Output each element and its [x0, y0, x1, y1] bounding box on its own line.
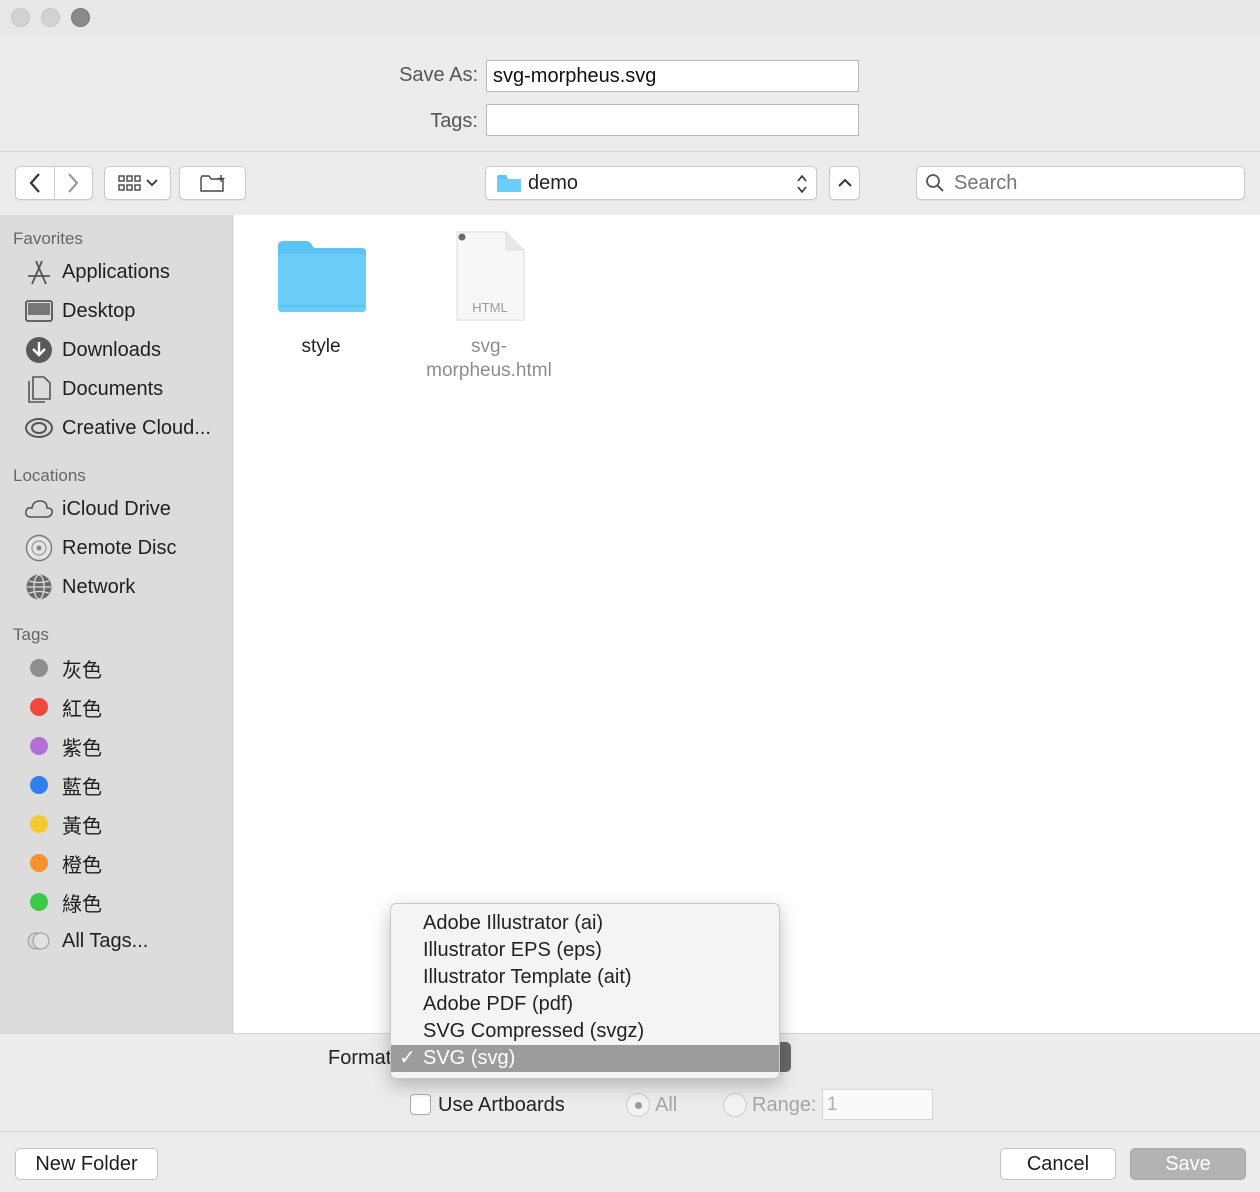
- range-radio[interactable]: [723, 1093, 747, 1117]
- new-folder-button[interactable]: New Folder: [15, 1148, 158, 1180]
- range-radio-label: Range:: [752, 1094, 817, 1116]
- format-option-ait[interactable]: Illustrator Template (ait): [391, 964, 779, 991]
- desktop-icon: [24, 296, 54, 326]
- tag-dot-icon: [30, 815, 48, 833]
- format-option-svg[interactable]: ✓ SVG (svg): [391, 1045, 779, 1072]
- locations-header: Locations: [13, 466, 86, 485]
- icon-grid-icon: [117, 175, 141, 191]
- forward-button[interactable]: [54, 172, 92, 194]
- tag-dot-icon: [30, 737, 48, 755]
- location-label: demo: [528, 171, 579, 194]
- tag-dot-icon: [30, 659, 48, 677]
- sidebar-tag-red[interactable]: 紅色: [24, 689, 229, 725]
- save-as-label: Save As:: [399, 64, 478, 86]
- sidebar-item-icloud-drive[interactable]: iCloud Drive: [24, 491, 229, 527]
- collapse-browser-button[interactable]: [829, 166, 860, 200]
- all-radio-label: All: [655, 1094, 678, 1116]
- sidebar-tag-yellow[interactable]: 黃色: [24, 806, 229, 842]
- sidebar-item-desktop[interactable]: Desktop: [24, 293, 229, 329]
- sidebar-item-all-tags[interactable]: All Tags...: [24, 923, 229, 959]
- location-popup[interactable]: demo: [485, 166, 817, 200]
- file-name-line1: svg-: [471, 336, 507, 357]
- tags-label: Tags:: [430, 110, 478, 132]
- tags-header: Tags: [13, 625, 49, 644]
- range-input[interactable]: [822, 1089, 933, 1120]
- format-option-svgz[interactable]: SVG Compressed (svgz): [391, 1018, 779, 1045]
- network-icon: [24, 572, 54, 602]
- back-button[interactable]: [16, 172, 54, 194]
- sidebar-tag-blue[interactable]: 藍色: [24, 767, 229, 803]
- sidebar-item-documents[interactable]: Documents: [24, 371, 229, 407]
- sidebar-item-creative-cloud[interactable]: Creative Cloud...: [24, 410, 229, 446]
- new-folder-toolbar-button[interactable]: [179, 166, 246, 200]
- format-dropdown-menu: Adobe Illustrator (ai) Illustrator EPS (…: [390, 903, 780, 1079]
- save-button[interactable]: Save: [1130, 1148, 1246, 1180]
- view-mode-button[interactable]: [104, 166, 171, 200]
- file-item-svg-morpheus-html[interactable]: HTML: [454, 230, 526, 322]
- downloads-icon: [24, 335, 54, 365]
- updown-arrows-icon: [797, 174, 807, 194]
- icloud-icon: [24, 494, 54, 524]
- sidebar-tag-orange[interactable]: 橙色: [24, 845, 229, 881]
- documents-icon: [24, 374, 54, 404]
- sidebar-tag-green[interactable]: 綠色: [24, 884, 229, 920]
- all-tags-icon: [24, 926, 54, 956]
- sidebar-tag-gray[interactable]: 灰色: [24, 650, 229, 686]
- creative-cloud-icon: [24, 413, 54, 443]
- sidebar-item-applications[interactable]: Applications: [24, 254, 229, 290]
- use-artboards-label: Use Artboards: [438, 1094, 565, 1116]
- chevron-up-icon: [837, 178, 852, 187]
- folder-icon: [278, 241, 366, 312]
- format-option-svg-label: SVG (svg): [423, 1047, 516, 1069]
- all-radio[interactable]: [626, 1093, 650, 1117]
- new-folder-icon: [199, 175, 224, 192]
- chevron-right-icon: [68, 173, 79, 193]
- sidebar-tag-purple[interactable]: 紫色: [24, 728, 229, 764]
- format-option-eps[interactable]: Illustrator EPS (eps): [391, 937, 779, 964]
- applications-icon: [24, 257, 54, 287]
- file-name-line2: morpheus.html: [426, 360, 552, 381]
- title-bar: [0, 0, 1260, 36]
- minimize-window-button[interactable]: [41, 8, 60, 27]
- nav-back-forward: [15, 166, 93, 200]
- file-name-style: style: [301, 336, 341, 357]
- tags-input[interactable]: [486, 104, 859, 136]
- format-label: Format: [328, 1047, 392, 1069]
- search-icon: [926, 174, 944, 192]
- save-as-input[interactable]: [486, 60, 859, 92]
- sidebar-item-downloads[interactable]: Downloads: [24, 332, 229, 368]
- close-window-button[interactable]: [11, 8, 30, 27]
- tag-dot-icon: [30, 893, 48, 911]
- format-option-ai[interactable]: Adobe Illustrator (ai): [391, 910, 779, 937]
- sidebar-item-remote-disc[interactable]: Remote Disc: [24, 530, 229, 566]
- disc-icon: [24, 533, 54, 563]
- cancel-button[interactable]: Cancel: [1000, 1148, 1116, 1180]
- format-option-pdf[interactable]: Adobe PDF (pdf): [391, 991, 779, 1018]
- bottom-divider: [0, 1131, 1260, 1132]
- tag-dot-icon: [30, 776, 48, 794]
- sidebar-item-network[interactable]: Network: [24, 569, 229, 605]
- favorites-header: Favorites: [13, 229, 83, 248]
- search-input[interactable]: [952, 170, 1236, 196]
- use-artboards-checkbox[interactable]: [410, 1094, 431, 1115]
- search-field[interactable]: [916, 166, 1245, 200]
- folder-icon: [497, 175, 521, 192]
- file-type-label: HTML: [472, 300, 508, 315]
- tag-dot-icon: [30, 854, 48, 872]
- file-item-style[interactable]: [276, 238, 368, 314]
- checkmark-icon: ✓: [399, 1047, 416, 1069]
- zoom-window-button[interactable]: [71, 8, 90, 27]
- chevron-down-icon: [145, 179, 158, 187]
- chevron-left-icon: [29, 173, 40, 193]
- tag-dot-icon: [30, 698, 48, 716]
